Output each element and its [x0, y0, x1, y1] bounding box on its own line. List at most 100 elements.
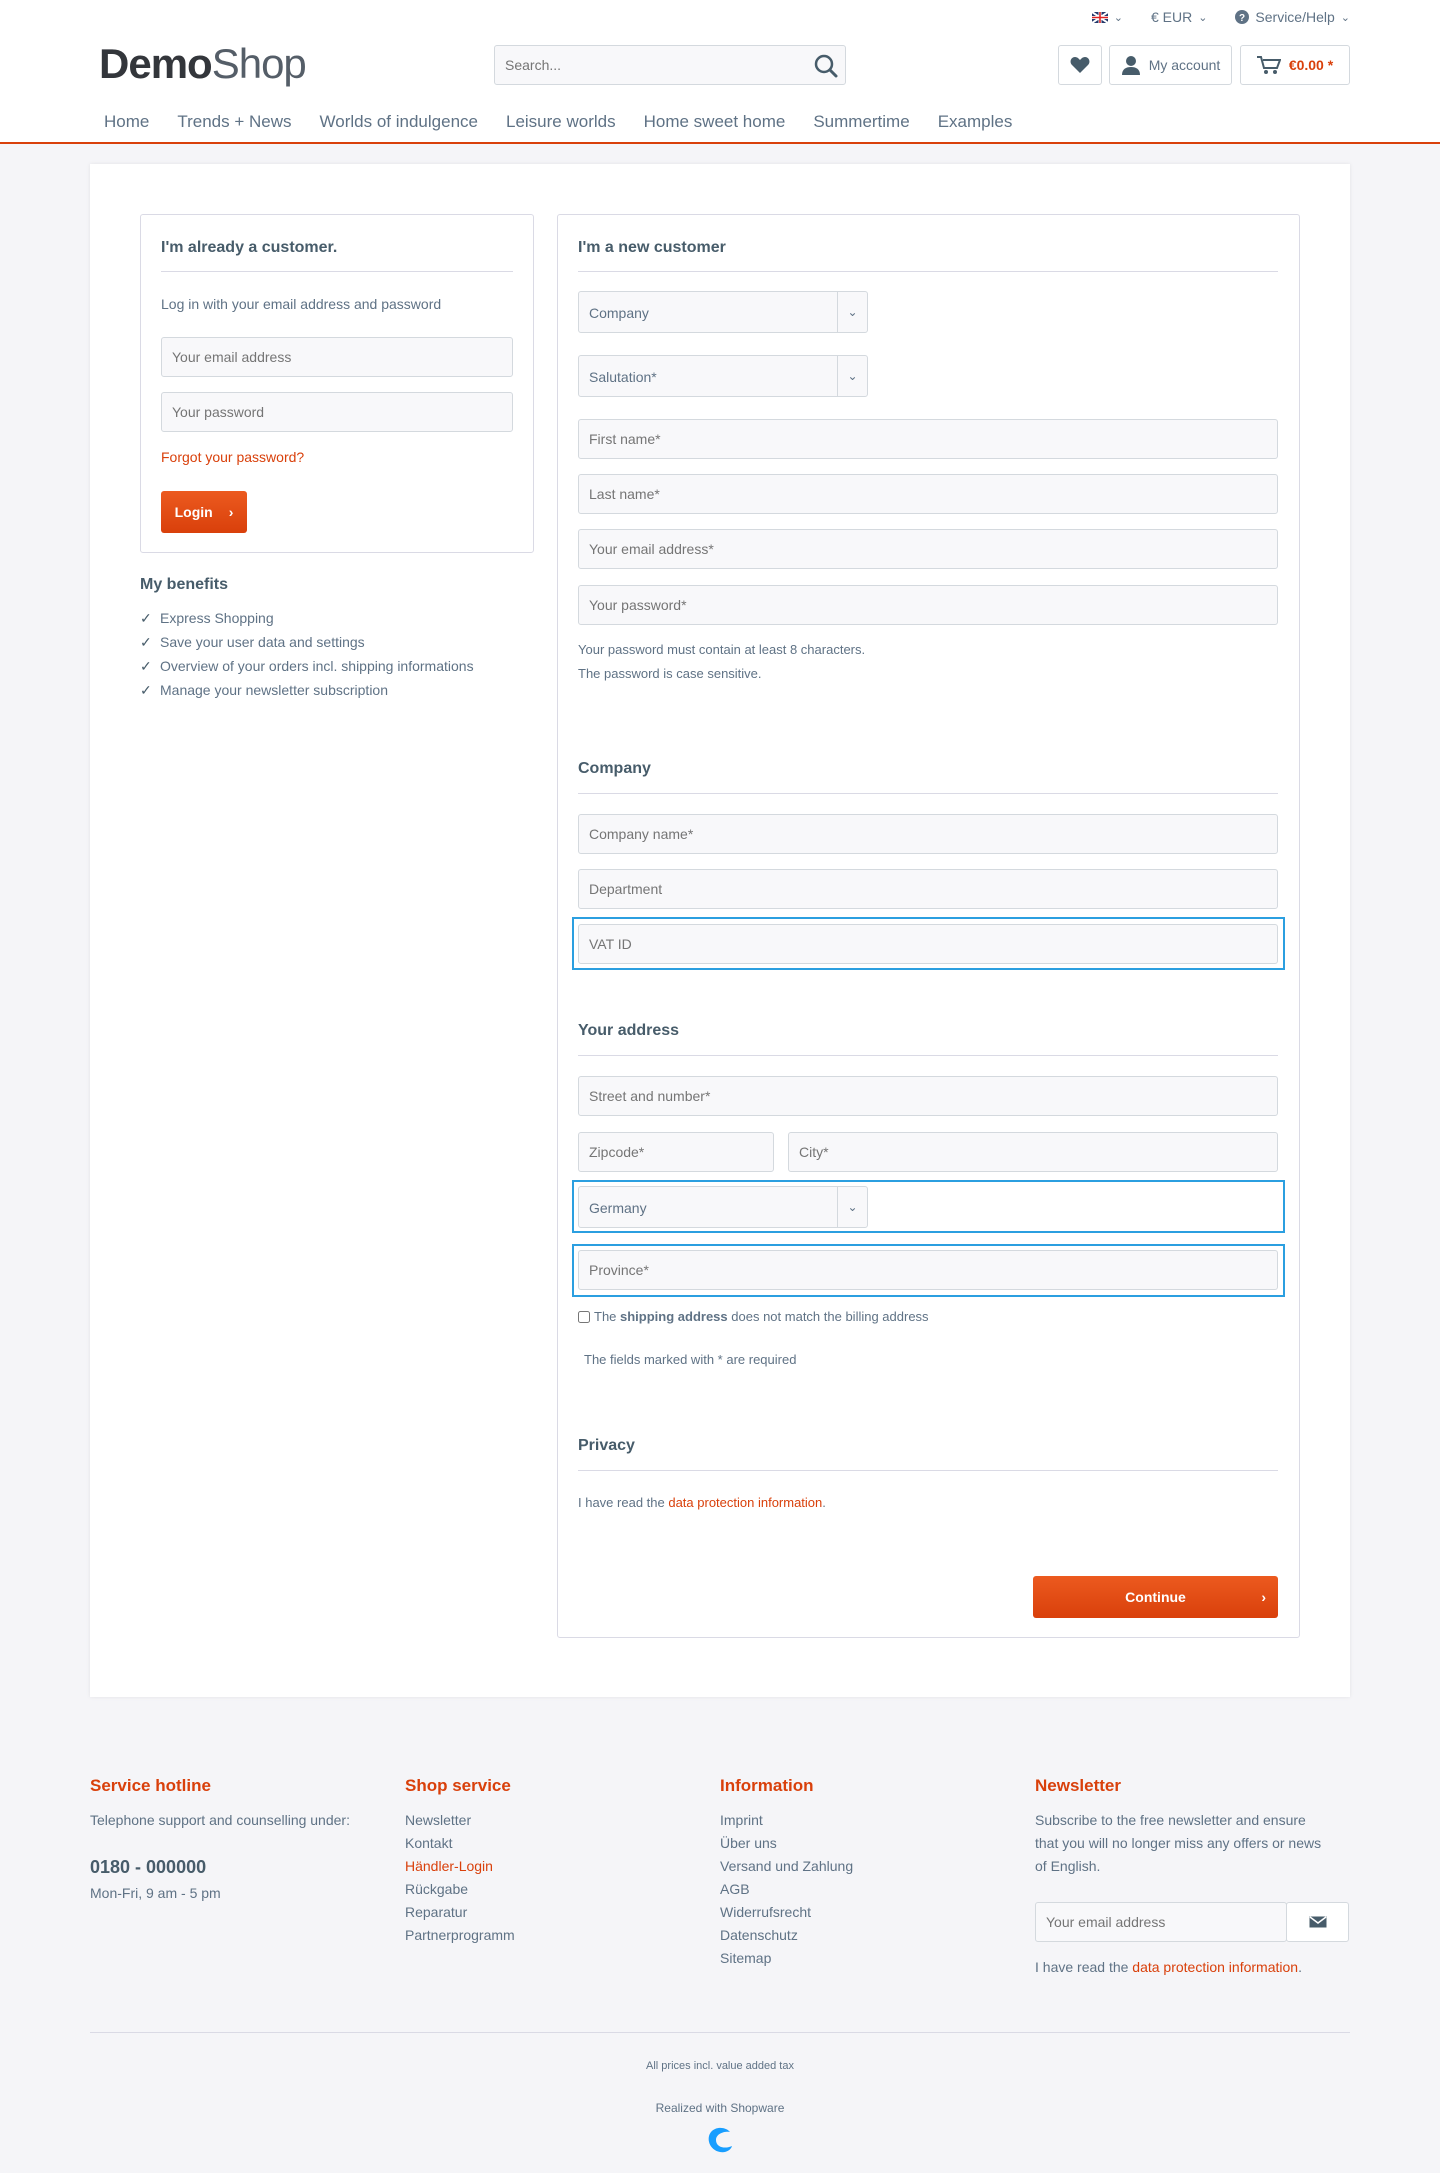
help-icon: ?	[1235, 10, 1250, 24]
company-section-title: Company	[578, 760, 651, 777]
newsletter-text-line: that you will no longer miss any offers …	[1035, 1835, 1322, 1851]
company-name-field[interactable]	[578, 814, 1278, 854]
footer-link-partnerprogramm[interactable]: Partnerprogramm	[405, 1924, 515, 1947]
list-item: ✓ Save your user data and settings	[140, 634, 474, 658]
login-intro: Log in with your email address and passw…	[161, 296, 442, 312]
footer-link-agb[interactable]: AGB	[720, 1878, 853, 1901]
divider	[578, 1470, 1278, 1471]
password-field[interactable]	[578, 585, 1278, 625]
chevron-down-icon: ⌄	[1198, 11, 1208, 24]
last-name-field[interactable]	[578, 474, 1278, 514]
login-button-label: Login	[174, 504, 213, 520]
nav-item-leisure-worlds[interactable]: Leisure worlds	[492, 112, 630, 132]
search-input[interactable]	[495, 46, 795, 84]
currency-switch[interactable]: € EUR ⌄	[1151, 8, 1207, 26]
heart-icon	[1070, 57, 1090, 73]
list-item: ✓ Express Shopping	[140, 610, 474, 634]
uk-flag-icon	[1091, 11, 1108, 23]
shipping-address-checkbox[interactable]	[578, 1310, 590, 1323]
footer-link-rueckgabe[interactable]: Rückgabe	[405, 1878, 515, 1901]
country-select[interactable]: Germany ⌄	[578, 1186, 868, 1228]
footer-link-reparatur[interactable]: Reparatur	[405, 1901, 515, 1924]
register-panel: I'm a new customer Company ⌄ Salutation*…	[557, 214, 1300, 1638]
nav-item-home-sweet-home[interactable]: Home sweet home	[630, 112, 800, 132]
footer-divider	[90, 2032, 1350, 2033]
address-section-title: Your address	[578, 1022, 680, 1039]
cart-total: €0.00 *	[1288, 57, 1334, 73]
shopware-logo-icon[interactable]	[706, 2126, 734, 2154]
benefits-list: ✓ Express Shopping ✓ Save your user data a…	[140, 610, 474, 706]
shipping-label-bold: shipping address	[620, 1309, 728, 1324]
footer-link-haendler-login[interactable]: Händler-Login	[405, 1855, 515, 1878]
nav-item-home[interactable]: Home	[90, 112, 163, 132]
footer-link-imprint[interactable]: Imprint	[720, 1809, 853, 1832]
service-menu[interactable]: ? Service/Help ⌄	[1235, 8, 1350, 26]
salutation-select[interactable]: Salutation* ⌄	[578, 355, 868, 397]
city-field[interactable]	[788, 1132, 1278, 1172]
customer-type-select[interactable]: Company ⌄	[578, 291, 868, 333]
nav-item-summertime[interactable]: Summertime	[799, 112, 923, 132]
footer-link-versand[interactable]: Versand und Zahlung	[720, 1855, 853, 1878]
shop-logo[interactable]: DemoShop	[99, 40, 307, 88]
login-button[interactable]: Login ›	[161, 491, 247, 533]
footer: Service hotline Telephone support and co…	[0, 1746, 1440, 2173]
header: ⌄ € EUR ⌄ ? Service/Help ⌄ DemoShop My a…	[0, 0, 1440, 144]
wishlist-button[interactable]	[1058, 45, 1102, 85]
newsletter-privacy-link[interactable]: data protection information	[1132, 1959, 1298, 1975]
province-field[interactable]	[578, 1250, 1278, 1290]
hotline-title: Service hotline	[90, 1776, 211, 1795]
search-box	[494, 45, 846, 85]
footer-link-newsletter[interactable]: Newsletter	[405, 1809, 515, 1832]
account-button[interactable]: My account	[1109, 45, 1232, 85]
cart-icon	[1256, 56, 1281, 74]
chevron-down-icon: ⌄	[837, 356, 867, 396]
shop-service-links: Newsletter Kontakt Händler-Login Rückgab…	[405, 1809, 515, 1947]
country-value: Germany	[589, 1200, 647, 1216]
first-name-field[interactable]	[578, 419, 1278, 459]
password-hint: The password is case sensitive.	[578, 666, 762, 681]
nav-item-worlds-of-indulgence[interactable]: Worlds of indulgence	[306, 112, 492, 132]
footer-link-widerrufsrecht[interactable]: Widerrufsrecht	[720, 1901, 853, 1924]
shipping-label-post: does not match the billing address	[727, 1309, 929, 1324]
login-panel: I'm already a customer. Log in with your…	[140, 214, 534, 553]
footer-link-kontakt[interactable]: Kontakt	[405, 1832, 515, 1855]
chevron-right-icon: ›	[228, 504, 234, 520]
cart-button[interactable]: €0.00 *	[1240, 45, 1350, 85]
list-item: ✓ Manage your newsletter subscription	[140, 682, 474, 706]
information-title: Information	[720, 1776, 814, 1795]
shipping-label: The shipping address does not match the …	[594, 1309, 929, 1324]
continue-button[interactable]: Continue ›	[1033, 1576, 1278, 1618]
privacy-section-title: Privacy	[578, 1437, 635, 1454]
chevron-down-icon: ⌄	[837, 1187, 867, 1227]
chevron-right-icon: ›	[1261, 1589, 1266, 1605]
footer-link-ueber-uns[interactable]: Über uns	[720, 1832, 853, 1855]
email-field[interactable]	[578, 529, 1278, 569]
footer-link-datenschutz[interactable]: Datenschutz	[720, 1924, 853, 1947]
divider	[578, 1055, 1278, 1056]
shipping-label-pre: The	[594, 1309, 621, 1324]
shop-service-title: Shop service	[405, 1776, 511, 1795]
search-icon[interactable]	[813, 53, 839, 79]
forgot-password-link[interactable]: Forgot your password?	[161, 449, 304, 465]
street-field[interactable]	[578, 1076, 1278, 1116]
nav-item-trends-news[interactable]: Trends + News	[163, 112, 305, 132]
nav-item-examples[interactable]: Examples	[924, 112, 1027, 132]
privacy-link[interactable]: data protection information	[668, 1495, 822, 1510]
footer-link-sitemap[interactable]: Sitemap	[720, 1947, 853, 1970]
register-title: I'm a new customer	[578, 239, 726, 256]
login-password-field[interactable]	[161, 392, 513, 432]
vat-id-field[interactable]	[578, 924, 1278, 964]
account-label: My account	[1148, 57, 1221, 73]
shipping-address-row: The shipping address does not match the …	[578, 1309, 929, 1324]
newsletter-email-field[interactable]	[1035, 1902, 1287, 1942]
newsletter-submit-button[interactable]	[1286, 1902, 1349, 1942]
department-field[interactable]	[578, 869, 1278, 909]
login-title: I'm already a customer.	[161, 239, 338, 256]
language-switch[interactable]: ⌄	[1091, 8, 1123, 26]
zipcode-field[interactable]	[578, 1132, 774, 1172]
check-icon: ✓	[140, 610, 152, 626]
login-email-field[interactable]	[161, 337, 513, 377]
information-links: Imprint Über uns Versand und Zahlung AGB…	[720, 1809, 853, 1970]
logo-light: Shop	[211, 40, 307, 87]
check-icon: ✓	[140, 682, 152, 698]
